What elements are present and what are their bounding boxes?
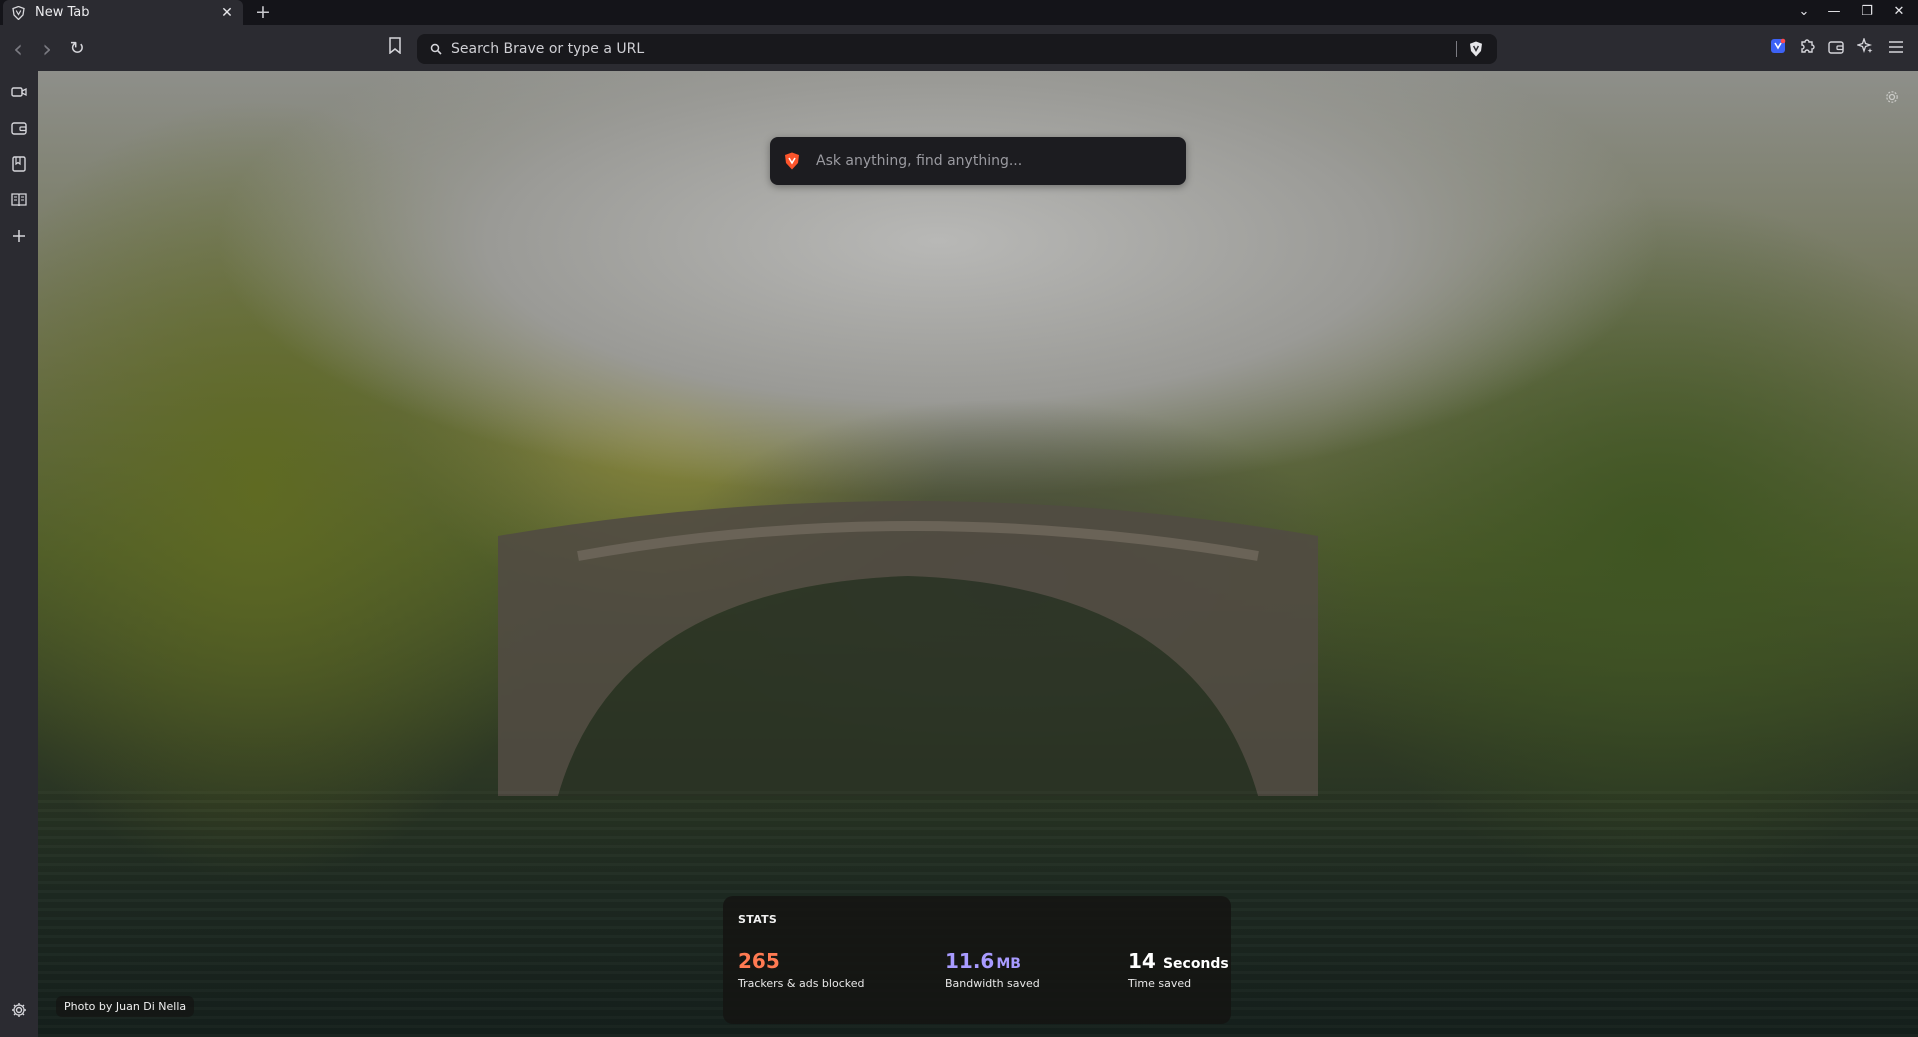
- sidebar-item-wallet[interactable]: [7, 116, 31, 140]
- urlbar-divider: [1456, 41, 1457, 57]
- stat-bandwidth-saved: 11.6 MB Bandwidth saved: [945, 949, 1040, 990]
- hamburger-menu-icon: [1889, 41, 1903, 53]
- ntp-search-box[interactable]: [770, 137, 1186, 185]
- bookmark-icon: [389, 37, 401, 55]
- puzzle-piece-icon: [1801, 39, 1815, 53]
- ntp-search-input[interactable]: [816, 153, 1172, 169]
- wallet-button[interactable]: [1824, 37, 1848, 61]
- bookmarks-panel-icon: [12, 156, 26, 172]
- sidebar-settings[interactable]: [7, 998, 31, 1022]
- tab-title: New Tab: [35, 5, 90, 20]
- browser-toolbar: ‹ › ↻: [0, 25, 1918, 71]
- video-camera-icon: [11, 87, 27, 97]
- brave-logo-icon: [784, 152, 800, 170]
- brave-shield-icon: [1470, 41, 1482, 57]
- url-input[interactable]: [451, 41, 1456, 57]
- stats-widget: STATS 265 Trackers & ads blocked 11.6 MB …: [723, 896, 1231, 1024]
- tab-new-tab[interactable]: New Tab ✕: [3, 0, 243, 25]
- address-bar[interactable]: [417, 34, 1497, 64]
- brave-shield-icon: [11, 5, 25, 20]
- time-unit: Seconds: [1162, 956, 1229, 972]
- trackers-count: 265: [738, 949, 780, 973]
- wallet-icon: [1828, 41, 1844, 54]
- bandwidth-description: Bandwidth saved: [945, 977, 1040, 990]
- sidebar: [0, 71, 38, 1037]
- vpn-button[interactable]: [1766, 37, 1790, 61]
- sidebar-item-bookmarks[interactable]: [7, 152, 31, 176]
- sparkle-icon: [1855, 36, 1873, 54]
- tab-strip: New Tab ✕ + ⌄ — ❐ ✕: [0, 0, 1918, 25]
- reload-button[interactable]: ↻: [65, 37, 89, 61]
- time-description: Time saved: [1128, 977, 1192, 990]
- plus-icon: [13, 230, 25, 242]
- customize-gear-icon[interactable]: [1884, 89, 1900, 105]
- stat-time-saved: 14 Seconds Time saved: [1128, 949, 1229, 990]
- time-value: 14: [1128, 949, 1156, 973]
- sidebar-item-reading-list[interactable]: [7, 188, 31, 212]
- wallet-icon: [11, 122, 27, 135]
- bandwidth-value: 11.6: [945, 949, 995, 973]
- close-window-button[interactable]: ✕: [1888, 2, 1910, 22]
- background-bridge-image: [498, 501, 1318, 796]
- back-button[interactable]: ‹: [6, 37, 30, 61]
- tab-search-chevron-icon[interactable]: ⌄: [1793, 2, 1815, 22]
- leo-ai-button[interactable]: [1853, 36, 1877, 61]
- sidebar-item-talk[interactable]: [7, 80, 31, 104]
- trackers-description: Trackers & ads blocked: [738, 977, 865, 990]
- tab-close-icon[interactable]: ✕: [219, 5, 235, 21]
- bandwidth-unit: MB: [996, 956, 1021, 972]
- brave-shields-button[interactable]: [1467, 40, 1485, 58]
- new-tab-button[interactable]: +: [252, 1, 274, 23]
- extensions-button[interactable]: [1795, 37, 1819, 61]
- bookmark-button[interactable]: [383, 37, 407, 61]
- gear-icon: [12, 1003, 26, 1017]
- search-icon: [421, 34, 451, 64]
- reading-list-icon: [11, 193, 27, 207]
- vpn-icon: [1771, 38, 1786, 53]
- main-menu-button[interactable]: [1884, 37, 1908, 61]
- stat-trackers-blocked: 265 Trackers & ads blocked: [738, 949, 864, 990]
- restore-button[interactable]: ❐: [1856, 2, 1878, 22]
- stats-label: STATS: [738, 913, 778, 926]
- forward-button[interactable]: ›: [35, 37, 59, 61]
- minimize-button[interactable]: —: [1823, 2, 1845, 22]
- sidebar-add-item[interactable]: [7, 224, 31, 248]
- new-tab-page: STATS 265 Trackers & ads blocked 11.6MB …: [38, 71, 1918, 1037]
- photo-credit[interactable]: Photo by Juan Di Nella: [56, 996, 195, 1017]
